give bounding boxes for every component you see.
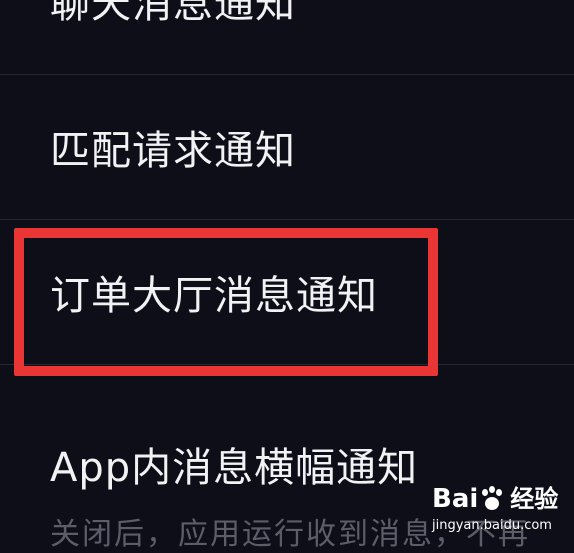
setting-row-match-request-notification[interactable]: 匹配请求通知	[0, 75, 574, 219]
watermark-logo: Bai 经验	[432, 484, 558, 514]
watermark-brand-left: Bai	[432, 484, 479, 514]
watermark-brand-right: 经验	[510, 485, 559, 513]
setting-label: 订单大厅消息通知	[50, 273, 378, 319]
setting-label: 匹配请求通知	[50, 128, 296, 174]
watermark-url: jingyan.baidu.com	[432, 518, 552, 533]
baidu-jingyan-watermark: Bai 经验 jingyan.baidu.com	[432, 484, 572, 544]
setting-label: 聊天消息通知	[50, 0, 296, 27]
setting-label: App内消息横幅通知	[50, 445, 419, 491]
paw-icon	[479, 486, 505, 512]
setting-row-chat-notification[interactable]: 聊天消息通知	[0, 0, 574, 74]
setting-row-order-hall-notification[interactable]: 订单大厅消息通知	[0, 220, 574, 364]
notification-settings-list: 聊天消息通知 匹配请求通知 订单大厅消息通知 App内消息横幅通知 关闭后，应用…	[0, 0, 574, 552]
